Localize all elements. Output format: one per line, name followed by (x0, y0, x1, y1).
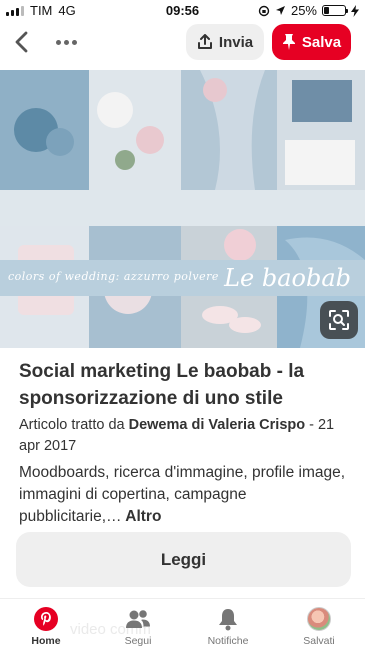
save-label: Salva (301, 33, 342, 51)
nav-following-label: Segui (124, 635, 152, 647)
more-options-button[interactable] (56, 30, 84, 54)
description-text: Moodboards, ricerca d'immagine, profile … (19, 464, 346, 525)
back-button[interactable] (10, 30, 34, 54)
nav-saved[interactable]: Salvati (284, 607, 354, 647)
send-button[interactable]: Invia (186, 24, 264, 60)
location-icon (275, 6, 285, 15)
nav-notifications[interactable]: Notifiche (193, 607, 263, 647)
charging-icon (351, 4, 359, 17)
bell-icon (219, 609, 237, 631)
visual-search-icon (329, 310, 349, 330)
pin-source: Articolo tratto da Dewema di Valeria Cri… (19, 415, 349, 457)
pinterest-logo-icon (34, 607, 58, 631)
people-icon (126, 610, 150, 628)
orientation-lock-icon (258, 5, 270, 16)
band-brand-text: Le baobab (224, 264, 351, 292)
top-bar: Invia Salva (0, 22, 365, 66)
share-icon (197, 34, 212, 49)
battery-icon (322, 5, 348, 16)
source-author-link[interactable]: Dewema di Valeria Crispo (129, 417, 306, 433)
chevron-left-icon (15, 31, 28, 53)
bottom-nav: video comm Home Segui Notifiche Salvati (0, 598, 365, 650)
moodboard-photo-collage (0, 70, 365, 348)
status-bar: TIM 4G 09:56 25% (0, 0, 365, 22)
nav-notifications-label: Notifiche (207, 635, 249, 647)
pin-description: Moodboards, ricerca d'immagine, profile … (19, 462, 349, 528)
source-prefix: Articolo tratto da (19, 417, 129, 433)
more-link[interactable]: Altro (122, 508, 161, 525)
read-button[interactable]: Leggi (16, 532, 351, 587)
pin-icon (282, 34, 295, 50)
pin-title: Social marketing Le baobab - la sponsori… (19, 361, 305, 409)
band-script-text: colors of wedding: azzurro polvere (8, 270, 219, 283)
pin-image[interactable]: colors of wedding: azzurro polvere Le ba… (0, 70, 365, 348)
nav-saved-label: Salvati (303, 635, 335, 647)
nav-home[interactable]: Home (11, 607, 81, 647)
visual-search-button[interactable] (320, 301, 358, 339)
avatar (307, 607, 331, 631)
nav-home-label: Home (31, 635, 61, 647)
send-label: Invia (218, 33, 254, 51)
nav-following[interactable]: Segui (103, 607, 173, 647)
battery-percent: 25% (290, 3, 317, 18)
ellipsis-icon (56, 39, 61, 45)
save-button[interactable]: Salva (272, 24, 351, 60)
status-right: 25% (258, 3, 359, 18)
caption-band: colors of wedding: azzurro polvere Le ba… (0, 260, 365, 296)
